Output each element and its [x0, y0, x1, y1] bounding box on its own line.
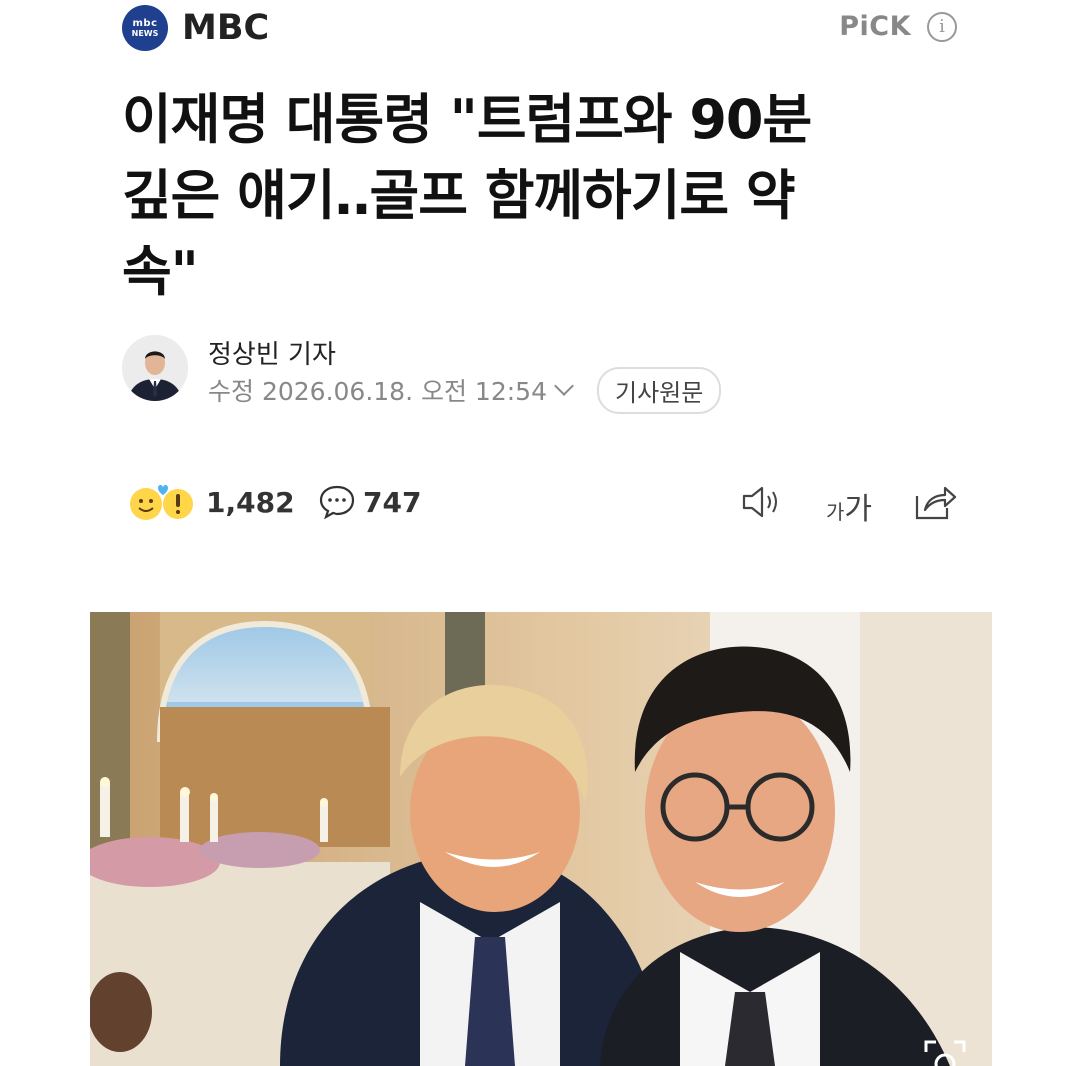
speaker-icon[interactable]: [740, 482, 784, 526]
press-logo[interactable]: mbc NEWS: [122, 5, 168, 51]
article-title: 이재명 대통령 "트럼프와 90분 깊은 얘기‥골프 함께하기로 약 속": [122, 82, 922, 310]
press-name[interactable]: MBC: [182, 8, 269, 48]
article-photo[interactable]: [90, 612, 992, 1066]
reporter-name[interactable]: 정상빈 기자: [208, 334, 336, 371]
reporter-avatar[interactable]: [122, 335, 188, 401]
likes-count: 1,482: [206, 486, 295, 519]
original-article-button[interactable]: 기사원문: [596, 366, 722, 414]
comments-count[interactable]: 747: [363, 486, 421, 519]
pick-label: PiCK: [839, 11, 911, 42]
zoom-icon[interactable]: [922, 1038, 968, 1066]
title-line: 이재명 대통령 "트럼프와 90분: [122, 88, 812, 151]
share-icon[interactable]: [913, 482, 957, 526]
modified-date: 수정 2026.06.18. 오전 12:54: [208, 377, 547, 406]
chevron-down-icon[interactable]: [554, 376, 574, 396]
font-size-small: 가: [826, 500, 845, 524]
comment-icon[interactable]: [318, 484, 356, 524]
font-size-large: 가: [844, 492, 873, 527]
info-icon[interactable]: i: [927, 12, 957, 42]
meta-row: 수정 2026.06.18. 오전 12:54 기사원문: [208, 366, 722, 414]
title-line: 속": [122, 240, 199, 303]
font-size-button[interactable]: 가가: [826, 484, 872, 528]
logo-line2: NEWS: [131, 28, 159, 38]
reaction-button[interactable]: [128, 482, 196, 522]
title-line: 깊은 얘기‥골프 함께하기로 약: [122, 164, 796, 227]
reaction-row: 1,482 747 가가: [128, 478, 958, 528]
press-header: mbc NEWS MBC PiCK i: [122, 5, 957, 51]
logo-line1: mbc: [132, 17, 158, 29]
